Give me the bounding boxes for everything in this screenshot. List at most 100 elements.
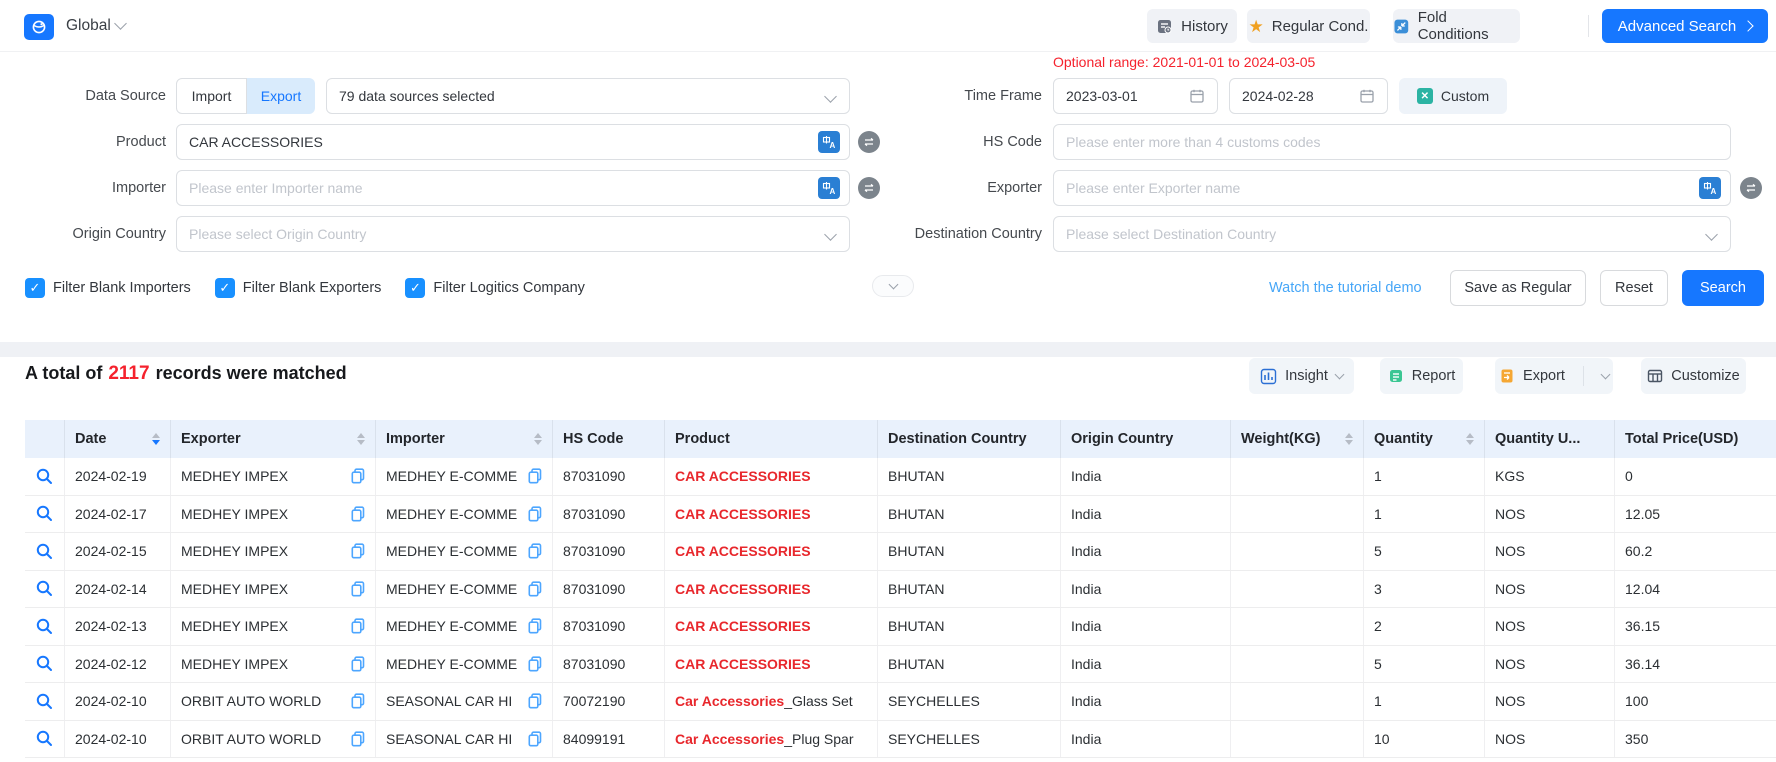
importer-input[interactable] (176, 170, 850, 206)
filter-blank-exporters-checkbox[interactable]: ✓ Filter Blank Exporters (215, 278, 382, 298)
row-origin: India (1061, 608, 1231, 645)
import-toggle[interactable]: Import (176, 78, 247, 114)
copy-icon[interactable] (528, 693, 542, 709)
copy-icon[interactable] (351, 581, 365, 597)
origin-country-select[interactable]: Please select Origin Country (176, 216, 850, 252)
row-quantity: 5 (1364, 533, 1485, 570)
regular-cond-button[interactable]: ★ Regular Cond. (1247, 9, 1370, 43)
row-detail-cell (25, 683, 65, 720)
star-icon: ★ (1249, 18, 1264, 35)
search-button[interactable]: Search (1682, 270, 1764, 306)
magnifier-icon[interactable] (35, 692, 54, 711)
row-importer: MEDHEY E-COMME (376, 646, 553, 683)
magnifier-icon[interactable] (35, 504, 54, 523)
filter-logistics-company-checkbox[interactable]: ✓ Filter Logitics Company (405, 278, 585, 298)
sort-icon[interactable] (357, 433, 365, 446)
row-quantity-unit: NOS (1485, 533, 1615, 570)
copy-icon[interactable] (528, 468, 542, 484)
svg-text:A: A (1711, 187, 1717, 195)
magnifier-icon[interactable] (35, 579, 54, 598)
col-date[interactable]: Date (65, 420, 171, 458)
row-quantity-unit: NOS (1485, 721, 1615, 758)
translate-icon[interactable]: A (818, 177, 840, 199)
copy-icon[interactable] (528, 506, 542, 522)
customize-button[interactable]: Customize (1641, 358, 1746, 394)
custom-range-button[interactable]: ✕ Custom (1399, 78, 1507, 114)
tutorial-link[interactable]: Watch the tutorial demo (1269, 270, 1422, 306)
magnifier-icon[interactable] (35, 467, 54, 486)
chevron-down-icon (888, 280, 898, 290)
collapse-form-button[interactable] (872, 275, 914, 297)
export-button[interactable]: Export (1495, 358, 1613, 394)
table-columns-icon (1647, 368, 1663, 384)
filter-blank-importers-checkbox[interactable]: ✓ Filter Blank Importers (25, 278, 191, 298)
magnifier-icon[interactable] (35, 542, 54, 561)
chevron-down-icon[interactable] (1601, 370, 1611, 380)
copy-icon[interactable] (351, 731, 365, 747)
translate-icon[interactable]: A (818, 131, 840, 153)
history-button[interactable]: History (1147, 9, 1237, 43)
magnifier-icon[interactable] (35, 654, 54, 673)
sort-icon[interactable] (1466, 433, 1474, 446)
save-as-regular-button[interactable]: Save as Regular (1450, 270, 1586, 306)
col-importer[interactable]: Importer (376, 420, 553, 458)
row-detail-cell (25, 496, 65, 533)
start-date-input[interactable]: 2023-03-01 (1053, 78, 1218, 114)
row-destination: BHUTAN (878, 458, 1061, 495)
product-label: Product (0, 124, 166, 160)
destination-country-select[interactable]: Please select Destination Country (1053, 216, 1731, 252)
copy-icon[interactable] (528, 731, 542, 747)
row-hs-code: 87031090 (553, 571, 665, 608)
row-origin: India (1061, 683, 1231, 720)
synonym-icon[interactable] (1740, 177, 1762, 199)
fold-conditions-button[interactable]: Fold Conditions (1393, 9, 1520, 43)
row-quantity-unit: NOS (1485, 683, 1615, 720)
export-toggle[interactable]: Export (247, 78, 315, 114)
col-exporter[interactable]: Exporter (171, 420, 376, 458)
reset-button[interactable]: Reset (1600, 270, 1668, 306)
copy-icon[interactable] (351, 656, 365, 672)
row-quantity: 3 (1364, 571, 1485, 608)
advanced-search-button[interactable]: Advanced Search (1602, 9, 1768, 43)
end-date-input[interactable]: 2024-02-28 (1229, 78, 1388, 114)
col-quantity[interactable]: Quantity (1364, 420, 1485, 458)
row-importer: MEDHEY E-COMME (376, 571, 553, 608)
row-quantity: 2 (1364, 608, 1485, 645)
export-doc-icon (1499, 368, 1515, 384)
exporter-input[interactable] (1053, 170, 1731, 206)
copy-icon[interactable] (351, 506, 365, 522)
magnifier-icon[interactable] (35, 729, 54, 748)
chevron-down-icon[interactable] (114, 17, 127, 30)
copy-icon[interactable] (351, 543, 365, 559)
section-divider (0, 342, 1776, 357)
record-count: 2117 (102, 363, 155, 384)
row-quantity: 1 (1364, 683, 1485, 720)
row-product: CAR ACCESSORIES (665, 646, 878, 683)
sort-icon[interactable] (152, 433, 160, 446)
row-product: CAR ACCESSORIES (665, 533, 878, 570)
magnifier-icon[interactable] (35, 617, 54, 636)
custom-icon: ✕ (1417, 88, 1433, 104)
copy-icon[interactable] (351, 618, 365, 634)
region-selector[interactable]: Global (66, 0, 111, 51)
hs-code-input[interactable] (1053, 124, 1731, 160)
translate-icon[interactable]: A (1699, 177, 1721, 199)
report-button[interactable]: Report (1380, 358, 1463, 394)
copy-icon[interactable] (528, 618, 542, 634)
col-weight[interactable]: Weight(KG) (1231, 420, 1364, 458)
sort-icon[interactable] (1345, 433, 1353, 446)
copy-icon[interactable] (528, 656, 542, 672)
hs-code-label: HS Code (842, 124, 1042, 160)
row-total-price: 36.14 (1615, 646, 1776, 683)
copy-icon[interactable] (528, 543, 542, 559)
chevron-down-icon (1705, 228, 1718, 241)
copy-icon[interactable] (351, 468, 365, 484)
insight-button[interactable]: Insight (1249, 358, 1354, 394)
row-detail-cell (25, 571, 65, 608)
data-sources-select[interactable]: 79 data sources selected (326, 78, 850, 114)
product-input[interactable] (176, 124, 850, 160)
copy-icon[interactable] (528, 581, 542, 597)
row-importer: SEASONAL CAR HI (376, 721, 553, 758)
sort-icon[interactable] (534, 433, 542, 446)
copy-icon[interactable] (351, 693, 365, 709)
